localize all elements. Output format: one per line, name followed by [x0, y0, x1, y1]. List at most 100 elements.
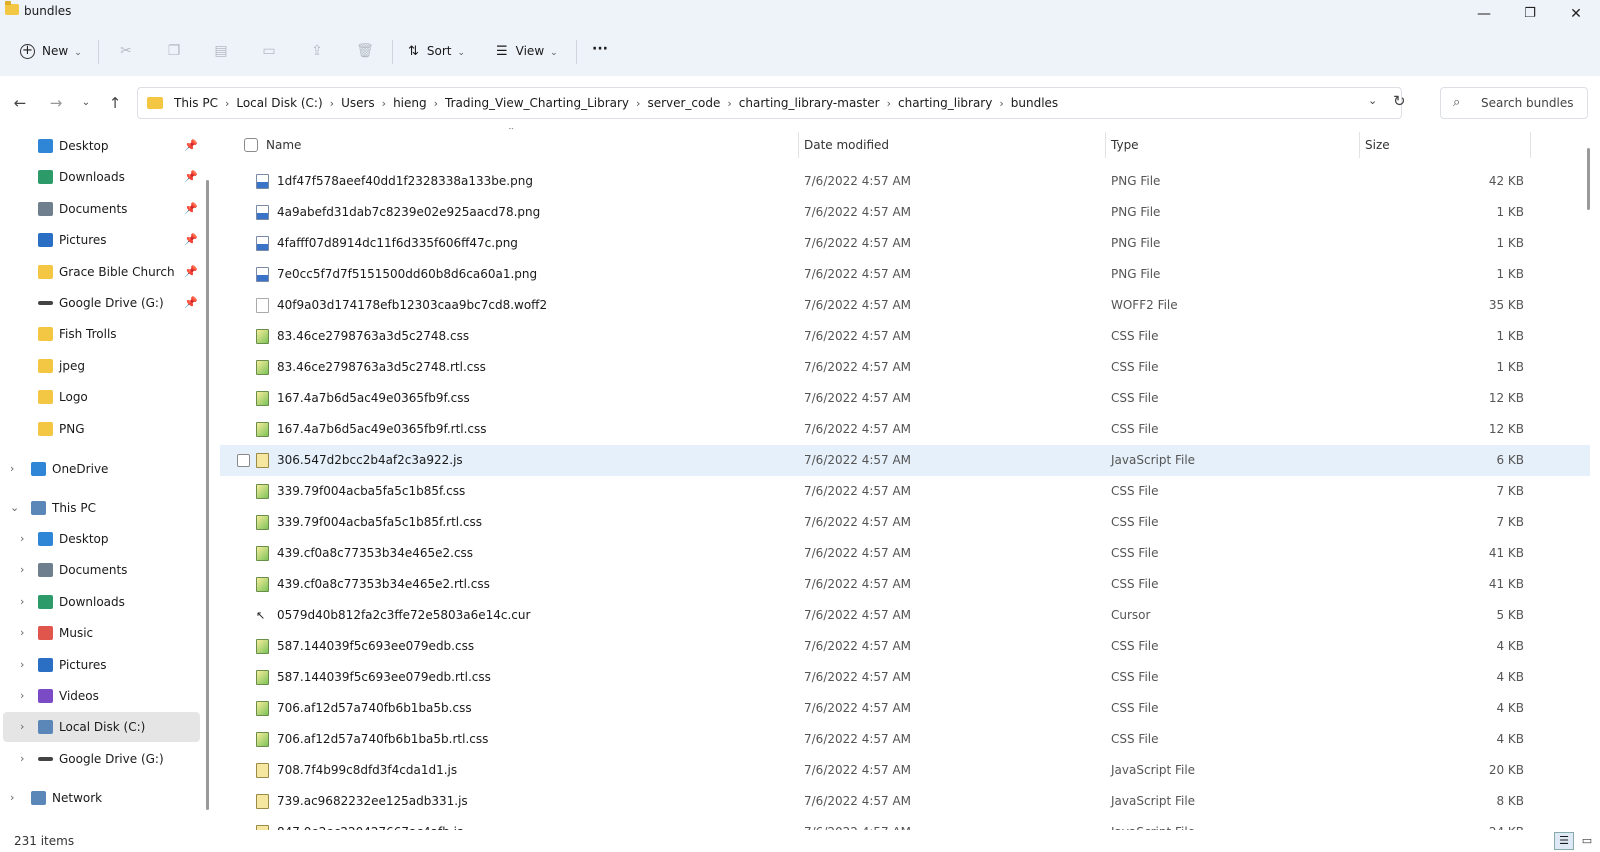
sort-button[interactable]: ⇅ Sort ⌄	[408, 38, 465, 64]
sidebar-item[interactable]: Google Drive (G:) 📌	[0, 288, 200, 318]
chevron-right-icon[interactable]: ›	[20, 744, 24, 774]
column-divider[interactable]	[1105, 132, 1106, 158]
column-divider[interactable]	[1530, 132, 1531, 158]
table-row[interactable]: 439.cf0a8c77353b34e465e2.css 7/6/2022 4:5…	[220, 538, 1590, 569]
column-divider[interactable]	[1359, 132, 1360, 158]
table-row[interactable]: 439.cf0a8c77353b34e465e2.rtl.css 7/6/2022…	[220, 569, 1590, 600]
table-row[interactable]: 587.144039f5c693ee079edb.css 7/6/2022 4:5…	[220, 631, 1590, 662]
back-arrow-icon[interactable]: ←	[9, 92, 31, 114]
chevron-right-icon[interactable]: ›	[10, 783, 14, 813]
sidebar-item[interactable]: › Videos	[0, 681, 200, 711]
sidebar-item[interactable]: › Pictures	[0, 650, 200, 680]
table-row[interactable]: 167.4a7b6d5ac49e0365fb9f.css 7/6/2022 4:5…	[220, 383, 1590, 414]
view-button[interactable]: ☰ View ⌄	[496, 38, 558, 64]
table-row[interactable]: 167.4a7b6d5ac49e0365fb9f.rtl.css 7/6/2022…	[220, 414, 1590, 445]
table-row[interactable]: 339.79f004acba5fa5c1b85f.rtl.css 7/6/2022…	[220, 507, 1590, 538]
cut-icon[interactable]: ✂	[117, 42, 135, 60]
file-list-scrollbar[interactable]	[1587, 148, 1590, 210]
recent-locations-chevron-icon[interactable]: ⌄	[75, 92, 97, 114]
column-header-type[interactable]: Type	[1111, 128, 1139, 162]
table-row[interactable]: 847.0e2ec220427667ac4afb.js 7/6/2022 4:57…	[220, 817, 1590, 830]
sidebar-item[interactable]: › Documents	[0, 555, 200, 585]
column-divider[interactable]	[798, 132, 799, 158]
sidebar-item[interactable]: Desktop 📌	[0, 131, 200, 161]
chevron-right-icon[interactable]: ›	[434, 89, 438, 119]
chevron-right-icon[interactable]: ›	[20, 555, 24, 585]
sidebar-item[interactable]: › Network	[0, 783, 200, 813]
breadcrumb-item[interactable]: server_code	[647, 88, 720, 118]
minimize-button[interactable]: —	[1461, 0, 1507, 28]
table-row[interactable]: 739.ac9682232ee125adb331.js 7/6/2022 4:57…	[220, 786, 1590, 817]
address-history-chevron-icon[interactable]: ⌄	[1368, 94, 1377, 107]
table-row[interactable]: 83.46ce2798763a3d5c2748.rtl.css 7/6/2022 …	[220, 352, 1590, 383]
breadcrumb-item[interactable]: Trading_View_Charting_Library	[445, 88, 629, 118]
breadcrumb-item[interactable]: hieng	[393, 88, 427, 118]
sidebar-item[interactable]: › Music	[0, 618, 200, 648]
chevron-right-icon[interactable]: ›	[20, 681, 24, 711]
row-checkbox[interactable]	[237, 454, 250, 467]
sidebar-item[interactable]: jpeg	[0, 351, 200, 381]
chevron-right-icon[interactable]: ›	[20, 650, 24, 680]
sidebar-item[interactable]: Logo	[0, 382, 200, 412]
table-row[interactable]: 83.46ce2798763a3d5c2748.css 7/6/2022 4:57…	[220, 321, 1590, 352]
more-options-button[interactable]: ···	[592, 36, 608, 62]
breadcrumb-item[interactable]: Local Disk (C:)	[236, 88, 322, 118]
chevron-down-icon[interactable]: ⌄	[10, 493, 19, 523]
chevron-right-icon[interactable]: ›	[10, 454, 14, 484]
breadcrumb-item[interactable]: charting_library	[898, 88, 992, 118]
sidebar-item[interactable]: Grace Bible Church 📌	[0, 257, 200, 287]
table-row[interactable]: 706.af12d57a740fb6b1ba5b.css 7/6/2022 4:5…	[220, 693, 1590, 724]
table-row[interactable]: 708.7f4b99c8dfd3f4cda1d1.js 7/6/2022 4:57…	[220, 755, 1590, 786]
sidebar-scrollbar[interactable]	[206, 180, 209, 810]
table-row[interactable]: 1df47f578aeef40dd1f2328338a133be.png 7/6/…	[220, 166, 1590, 197]
sidebar-item[interactable]: ⌄ This PC	[0, 493, 200, 523]
refresh-icon[interactable]: ↻	[1393, 92, 1406, 110]
chevron-right-icon[interactable]: ›	[727, 89, 731, 119]
table-row[interactable]: ↖ 0579d40b812fa2c3ffe72e5803a6e14c.cur 7/6…	[220, 600, 1590, 631]
sidebar-item[interactable]: › Local Disk (C:)	[3, 712, 200, 743]
maximize-button[interactable]: ❐	[1507, 0, 1553, 28]
table-row[interactable]: 306.547d2bcc2b4af2c3a922.js 7/6/2022 4:57…	[220, 445, 1590, 476]
sidebar-item[interactable]: › Google Drive (G:)	[0, 744, 200, 774]
copy-icon[interactable]: ❐	[165, 42, 183, 60]
table-row[interactable]: 40f9a03d174178efb12303caa9bc7cd8.woff2 7/…	[220, 290, 1590, 321]
breadcrumb-item[interactable]: bundles	[1011, 88, 1058, 118]
chevron-right-icon[interactable]: ›	[330, 89, 334, 119]
column-header-size[interactable]: Size	[1365, 128, 1390, 162]
chevron-right-icon[interactable]: ›	[20, 524, 24, 554]
table-row[interactable]: 706.af12d57a740fb6b1ba5b.rtl.css 7/6/2022…	[220, 724, 1590, 755]
table-row[interactable]: 4a9abefd31dab7c8239e02e925aacd78.png 7/6/…	[220, 197, 1590, 228]
breadcrumb-item[interactable]: This PC	[174, 88, 218, 118]
sidebar-item[interactable]: Documents 📌	[0, 194, 200, 224]
breadcrumb-item[interactable]: Users	[341, 88, 375, 118]
search-box[interactable]: ⌕ Search bundles	[1440, 87, 1588, 119]
table-row[interactable]: 7e0cc5f7d7f5151500dd60b8d6ca60a1.png 7/6/…	[220, 259, 1590, 290]
chevron-right-icon[interactable]: ›	[382, 89, 386, 119]
sidebar-item[interactable]: PNG	[0, 414, 200, 444]
chevron-right-icon[interactable]: ›	[887, 89, 891, 119]
tiles-view-icon[interactable]: ▭	[1578, 832, 1596, 850]
sidebar-item[interactable]: › OneDrive	[0, 454, 200, 484]
address-bar[interactable]: This PC › Local Disk (C:) › Users › hieng › Trad…	[137, 87, 1406, 119]
sidebar-item[interactable]: › Downloads	[0, 587, 200, 617]
new-button[interactable]: + New ⌄	[20, 38, 82, 64]
select-all-checkbox[interactable]	[244, 138, 258, 152]
close-button[interactable]: ✕	[1553, 0, 1599, 28]
forward-arrow-icon[interactable]: →	[45, 92, 67, 114]
details-view-icon[interactable]: ☰	[1554, 832, 1574, 850]
chevron-right-icon[interactable]: ›	[20, 618, 24, 648]
table-row[interactable]: 4fafff07d8914dc11f6d335f606ff47c.png 7/6/…	[220, 228, 1590, 259]
column-header-name[interactable]: Name	[266, 128, 301, 162]
table-row[interactable]: 339.79f004acba5fa5c1b85f.css 7/6/2022 4:5…	[220, 476, 1590, 507]
paste-icon[interactable]: ▤	[212, 42, 230, 60]
sidebar-item[interactable]: Pictures 📌	[0, 225, 200, 255]
column-header-date[interactable]: Date modified	[804, 128, 889, 162]
delete-icon[interactable]: 🗑	[356, 42, 374, 60]
share-icon[interactable]: ⇪	[308, 42, 326, 60]
search-input[interactable]: Search bundles	[1481, 96, 1573, 110]
breadcrumb-item[interactable]: charting_library-master	[739, 88, 880, 118]
chevron-right-icon[interactable]: ›	[636, 89, 640, 119]
rename-icon[interactable]: ▭	[260, 42, 278, 60]
sidebar-item[interactable]: Downloads 📌	[0, 162, 200, 192]
sidebar-item[interactable]: › Desktop	[0, 524, 200, 554]
